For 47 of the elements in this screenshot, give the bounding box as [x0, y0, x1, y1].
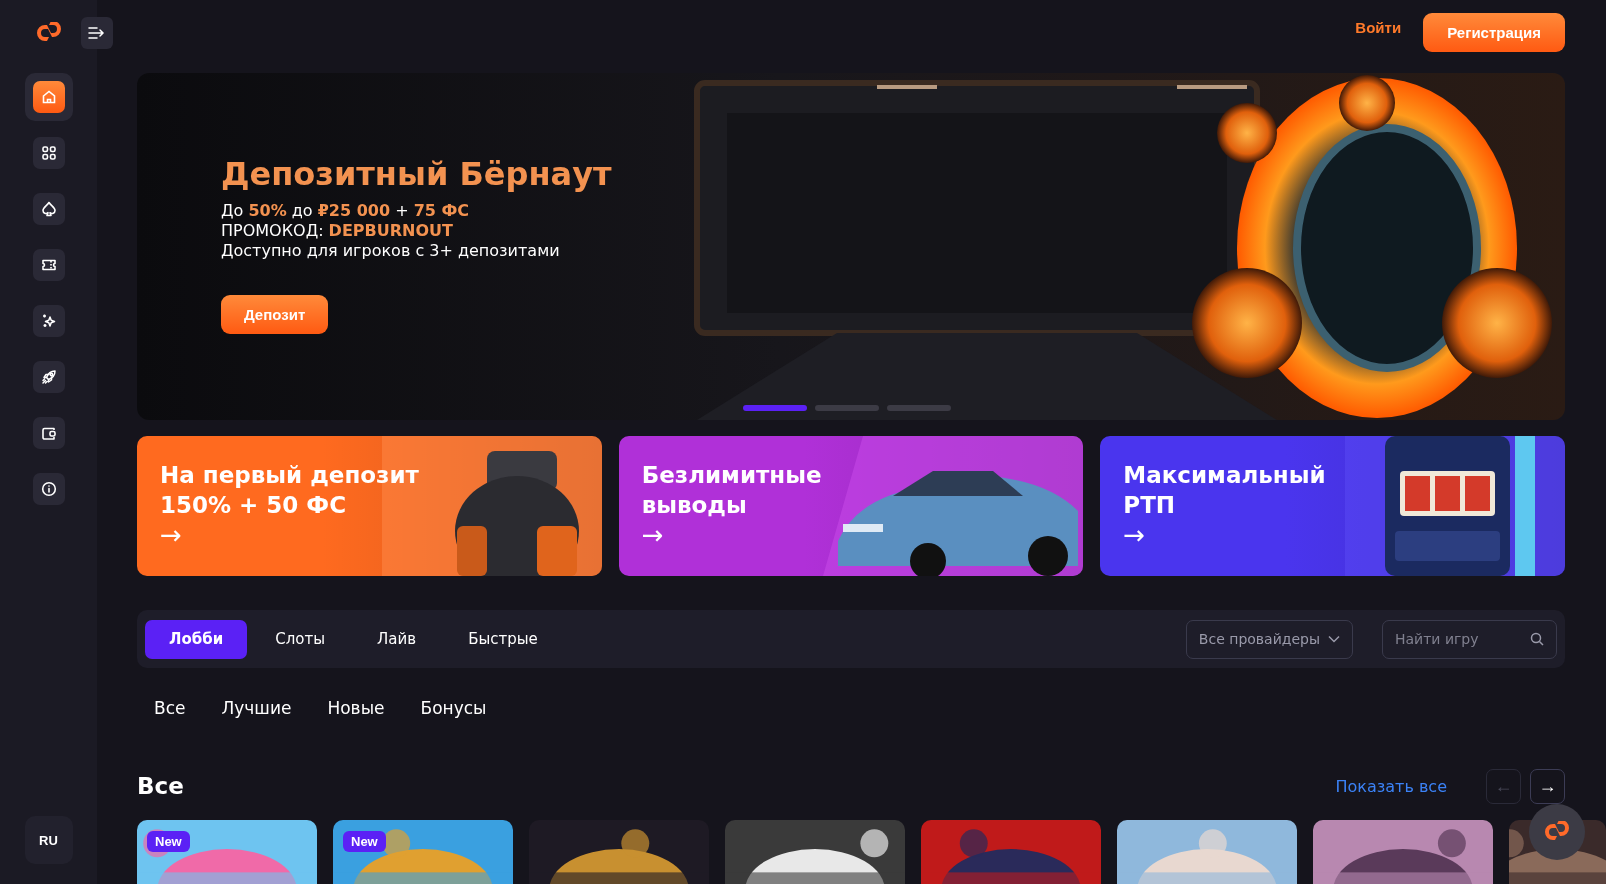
arrow-link[interactable]: → — [1123, 520, 1326, 550]
provider-dropdown[interactable]: Все провайдеры — [1185, 619, 1353, 659]
promo-title: выводы — [641, 491, 748, 520]
banner-text: Доступно для игроков с 3+ депозитами — [221, 241, 561, 261]
grid-icon — [40, 145, 57, 161]
ticket-icon — [40, 257, 57, 273]
new-badge: New — [147, 831, 190, 852]
rocket-icon — [40, 369, 57, 385]
menu-icon — [88, 26, 106, 40]
promo-title: На первый депозит — [160, 461, 419, 490]
spade-icon — [40, 201, 57, 217]
banner-title: Депозитный Бёрнаут — [221, 155, 612, 193]
wallet-icon — [40, 425, 57, 441]
banner-text: До 50% до ₽25 000 + 75 ФС — [221, 201, 471, 221]
filter-tab[interactable]: Лучшие — [221, 692, 292, 724]
sparkle-icon — [40, 313, 57, 329]
promo-card[interactable]: Безлимитные выводы → — [618, 436, 1084, 576]
promo-card[interactable]: Максимальный РТП → — [1100, 436, 1565, 576]
logo-icon — [1544, 821, 1570, 843]
login-link[interactable]: Войти — [1349, 13, 1408, 42]
chevron-down-icon — [1328, 635, 1340, 643]
search-icon — [1530, 631, 1544, 646]
promo-title: 150% + 50 ФС — [160, 491, 348, 520]
category-tab[interactable]: Лобби — [145, 619, 248, 659]
home-icon — [40, 89, 57, 105]
search-field[interactable]: Найти игру — [1382, 619, 1557, 659]
sidebar-item[interactable] — [24, 73, 73, 121]
filter-tab[interactable]: Все — [154, 692, 186, 724]
promo-title: Максимальный — [1123, 461, 1326, 490]
promo-title: Безлимитные — [641, 461, 822, 490]
category-tab[interactable]: Быстрые — [444, 619, 562, 659]
arrow-link[interactable]: → — [641, 520, 822, 550]
show-all-link[interactable]: Показать все — [1335, 776, 1447, 796]
chat-button[interactable] — [1529, 804, 1585, 860]
filter-tab[interactable]: Бонусы — [420, 692, 487, 724]
promo-title: РТП — [1123, 491, 1177, 520]
menu-button[interactable] — [81, 17, 113, 49]
next-button[interactable]: → — [1530, 768, 1565, 804]
info-icon — [40, 481, 57, 497]
language-button[interactable]: RU — [24, 816, 73, 864]
filter-tab[interactable]: Новые — [327, 692, 385, 724]
section-title: Все — [137, 773, 184, 799]
category-tab[interactable]: Лайв — [353, 619, 441, 659]
category-tab[interactable]: Слоты — [251, 619, 350, 659]
banner-text: ПРОМОКОД: DEPBURNOUT — [221, 221, 454, 241]
logo-icon — [35, 22, 62, 44]
new-badge: New — [343, 831, 386, 852]
